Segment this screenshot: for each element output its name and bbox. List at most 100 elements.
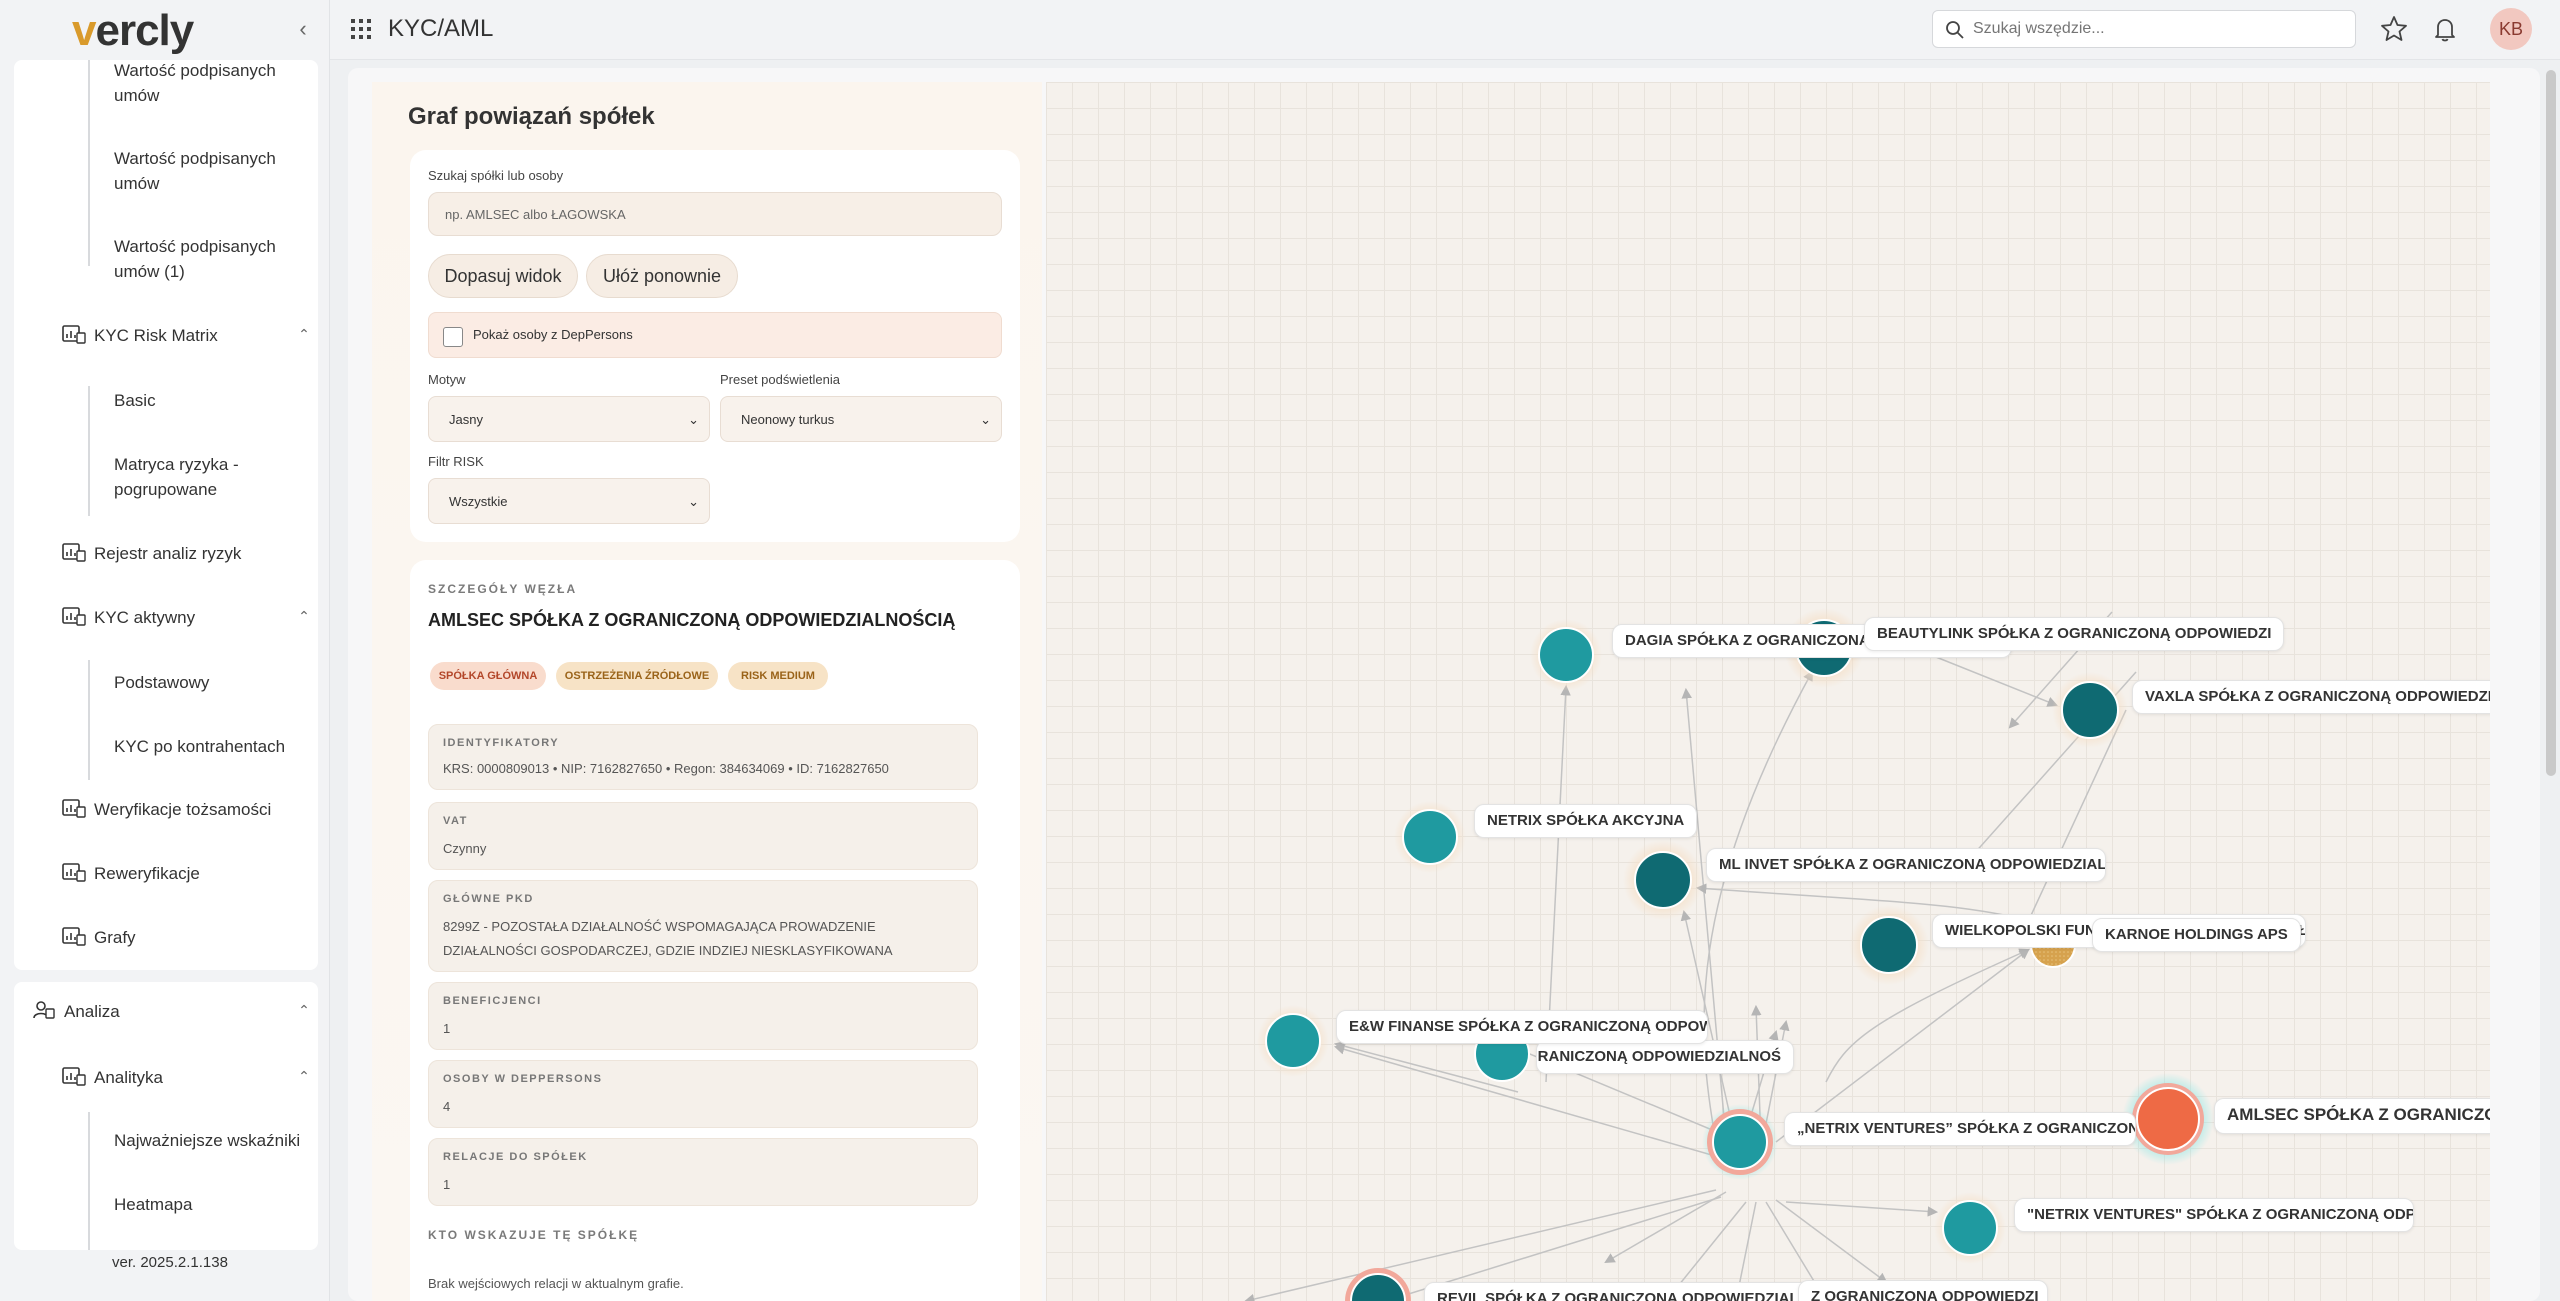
pkd-box: GŁÓWNE PKD 8299Z - POZOSTAŁA DZIAŁALNOŚĆ… xyxy=(428,880,978,972)
chevron-up-icon[interactable]: ⌃ xyxy=(294,326,314,346)
node-label-ml-invet[interactable]: ML INVET SPÓŁKA Z OGRANICZONĄ ODPOWIEDZI… xyxy=(1706,848,2106,882)
node-label-amlsec[interactable]: AMLSEC SPÓŁKA Z OGRANICZONĄ xyxy=(2214,1098,2490,1134)
edge xyxy=(1775,1199,1888,1284)
search-label: Szukaj spółki lub osoby xyxy=(428,168,564,183)
chevron-up-icon[interactable]: ⌃ xyxy=(294,1002,314,1022)
report-icon xyxy=(62,798,86,818)
sidebar-item-basic[interactable]: Basic xyxy=(114,388,304,413)
theme-select-value: Jasny xyxy=(449,412,483,427)
apps-grid-icon[interactable] xyxy=(350,18,372,40)
logo-bar: vercly ‹ xyxy=(0,0,330,60)
preset-label: Preset podświetlenia xyxy=(720,372,840,387)
node-label-karnoe[interactable]: KARNOE HOLDINGS APS xyxy=(2092,918,2301,952)
relations-title: RELACJE DO SPÓŁEK xyxy=(443,1151,588,1163)
risk-filter-label: Filtr RISK xyxy=(428,454,484,469)
vat-title: VAT xyxy=(443,815,468,827)
tree-line xyxy=(88,1112,90,1250)
node-netrix-sa[interactable] xyxy=(1402,809,1458,865)
sidebar-item-rejestr[interactable]: Rejestr analiz ryzyk xyxy=(94,544,241,564)
node-label-netrix-sa[interactable]: NETRIX SPÓŁKA AKCYJNA xyxy=(1474,804,1698,838)
theme-label: Motyw xyxy=(428,372,466,387)
sidebar-item-matryca[interactable]: Matryca ryzyka - pogrupowane xyxy=(114,452,304,502)
sidebar-item-kyc-aktywny[interactable]: KYC aktywny xyxy=(94,608,195,628)
risk-filter-value: Wszystkie xyxy=(449,494,508,509)
sidebar-item-podstawowy[interactable]: Podstawowy xyxy=(114,670,304,695)
sidebar-item-umowy-2[interactable]: Wartość podpisanych umów xyxy=(114,146,304,196)
star-icon[interactable] xyxy=(2379,14,2409,44)
sidebar-item-analityka[interactable]: Analityka xyxy=(94,1068,163,1088)
tree-line xyxy=(88,660,90,780)
sidebar-item-umowy-1[interactable]: Wartość podpisanych umów xyxy=(114,60,304,108)
node-ml-invet[interactable] xyxy=(1634,851,1692,909)
relations-value: 1 xyxy=(443,1177,451,1192)
badge-source-warnings: OSTRZEŻENIA ŹRÓDŁOWE xyxy=(556,662,718,690)
node-label-bottom-a[interactable]: REVIL SPÓŁKA Z OGRANICZONĄ ODPOWIEDZIALN… xyxy=(1424,1282,1812,1301)
vat-box: VAT Czynny xyxy=(428,802,978,870)
preset-select-value: Neonowy turkus xyxy=(741,412,835,427)
collapse-sidebar-icon[interactable]: ‹ xyxy=(290,16,316,42)
page-scrollbar[interactable] xyxy=(2546,70,2556,776)
node-label-bottom-b[interactable]: Z OGRANICZONĄ ODPOWIEDZI xyxy=(1798,1280,2048,1301)
pkd-title: GŁÓWNE PKD xyxy=(443,893,534,905)
deppersons-checkbox[interactable] xyxy=(443,327,463,347)
sidebar-item-kyc-risk-matrix[interactable]: KYC Risk Matrix xyxy=(94,326,218,346)
fit-view-button[interactable]: Dopasuj widok xyxy=(428,254,578,298)
tree-line xyxy=(88,60,90,266)
deppersons-toggle-row[interactable]: Pokaż osoby z DepPersons xyxy=(428,312,1002,358)
theme-select[interactable]: Jasny ⌄ xyxy=(428,396,710,442)
identifiers-box: IDENTYFIKATORY KRS: 0000809013 • NIP: 71… xyxy=(428,724,978,790)
global-search-input[interactable] xyxy=(1973,17,2343,41)
global-search[interactable] xyxy=(1932,10,2356,48)
vat-value: Czynny xyxy=(443,841,487,856)
version-label: ver. 2025.2.1.138 xyxy=(112,1254,228,1271)
node-details-header: SZCZEGÓŁY WĘZŁA xyxy=(428,582,578,596)
node-label-vaxla[interactable]: VAXLA SPÓŁKA Z OGRANICZONĄ ODPOWIEDZIAL xyxy=(2132,680,2490,714)
sidebar-item-analiza[interactable]: Analiza xyxy=(64,1002,120,1022)
report-icon xyxy=(62,926,86,946)
node-label-ew-finanse[interactable]: E&W FINANSE SPÓŁKA Z OGRANICZONĄ ODPOWIE… xyxy=(1336,1010,1708,1044)
relations-box: RELACJE DO SPÓŁEK 1 xyxy=(428,1138,978,1206)
node-label-mid[interactable]: SPÓŁKA Z OGRANICZONĄ ODPOWIEDZIALNOŚ xyxy=(1536,1040,1794,1074)
node-vaxla[interactable] xyxy=(2061,681,2119,739)
identifiers-title: IDENTYFIKATORY xyxy=(443,737,560,749)
node-label-netrix-ventures-a[interactable]: „NETRIX VENTURES” SPÓŁKA Z OGRANICZONĄ xyxy=(1784,1112,2136,1146)
sidebar-item-wskazniki[interactable]: Najważniejsze wskaźniki xyxy=(114,1128,314,1153)
badge-main-company: SPÓŁKA GŁÓWNA xyxy=(430,662,546,690)
page-title: Graf powiązań spółek xyxy=(408,103,655,130)
analytics-icon xyxy=(62,1066,86,1086)
sidebar-item-heatmapa[interactable]: Heatmapa xyxy=(114,1192,304,1217)
company-graph-canvas[interactable]: DAGIA SPÓŁKA Z OGRANICZONĄ ODPOWIEDZIALN… xyxy=(1046,82,2490,1301)
preset-select[interactable]: Neonowy turkus ⌄ xyxy=(720,396,1002,442)
vercly-logo[interactable]: vercly xyxy=(72,6,194,56)
sidebar-item-grafy[interactable]: Grafy xyxy=(94,928,136,948)
node-amlsec[interactable] xyxy=(2136,1087,2200,1151)
node-wielkopolski[interactable] xyxy=(1860,916,1918,974)
chevron-up-icon[interactable]: ⌃ xyxy=(294,1068,314,1088)
topbar: KYC/AML KB xyxy=(330,0,2560,60)
relayout-button[interactable]: Ułóż ponownie xyxy=(586,254,738,298)
sidebar-item-umowy-3[interactable]: Wartość podpisanych umów (1) xyxy=(114,234,304,284)
sidebar-nav: Wartość podpisanych umów Wartość podpisa… xyxy=(14,60,318,970)
node-label-beautylink[interactable]: BEAUTYLINK SPÓŁKA Z OGRANICZONĄ ODPOWIED… xyxy=(1864,617,2285,651)
risk-filter-select[interactable]: Wszystkie ⌄ xyxy=(428,478,710,524)
node-name: AMLSEC SPÓŁKA Z OGRANICZONĄ ODPOWIEDZIAL… xyxy=(428,610,956,630)
avatar[interactable]: KB xyxy=(2490,8,2532,50)
node-label-netrix-ventures-b[interactable]: "NETRIX VENTURES" SPÓŁKA Z OGRANICZONĄ O… xyxy=(2014,1198,2414,1232)
company-search-input[interactable]: np. AMLSEC albo ŁAGOWSKA xyxy=(428,192,1002,236)
sidebar-item-weryfikacje[interactable]: Weryfikacje tożsamości xyxy=(94,800,271,820)
node-netrix-ventures-a[interactable] xyxy=(1712,1114,1768,1170)
chevron-up-icon[interactable]: ⌃ xyxy=(294,608,314,628)
node-dagia[interactable] xyxy=(1538,627,1594,683)
incoming-relations-header: KTO WSKAZUJE TĘ SPÓŁKĘ xyxy=(428,1228,640,1242)
sidebar-item-kyc-kontrahenci[interactable]: KYC po kontrahentach xyxy=(114,734,304,759)
edge xyxy=(1785,1201,1939,1217)
sidebar-item-reweryfikacje[interactable]: Reweryfikacje xyxy=(94,864,200,884)
bell-icon[interactable] xyxy=(2430,14,2460,44)
module-title: KYC/AML xyxy=(388,15,494,42)
deppersons-box: OSOBY W DEPPERSONS 4 xyxy=(428,1060,978,1128)
deppersons-title: OSOBY W DEPPERSONS xyxy=(443,1073,603,1085)
node-netrix-ventures-b[interactable] xyxy=(1942,1200,1998,1256)
chevron-down-icon: ⌄ xyxy=(688,494,699,509)
node-ew-finanse[interactable] xyxy=(1265,1013,1321,1069)
sidebar-analiza-section: Analiza ⌃ Analityka ⌃ Najważniejsze wska… xyxy=(14,982,318,1250)
